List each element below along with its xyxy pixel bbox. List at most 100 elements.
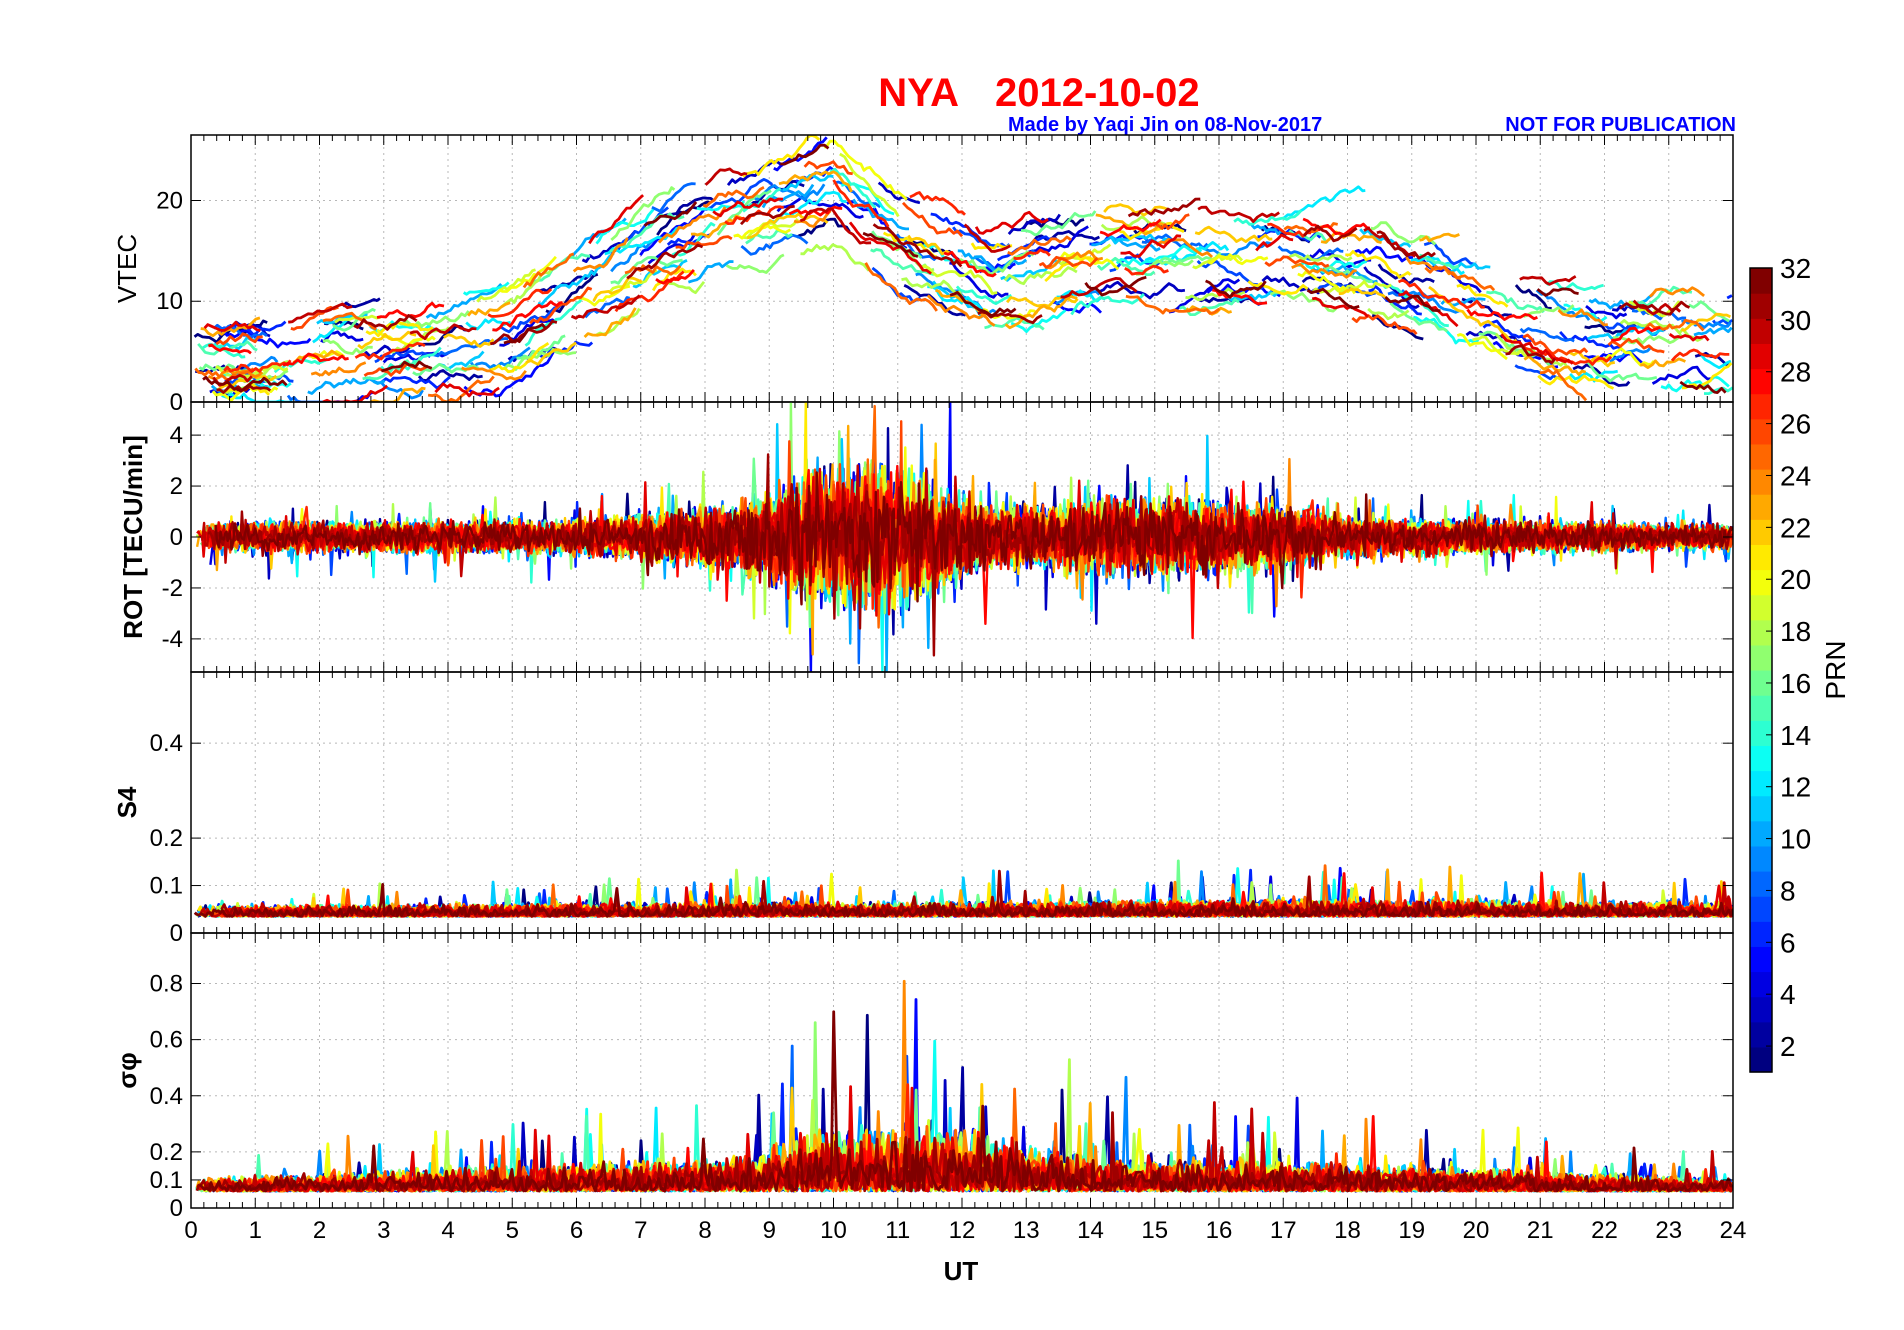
- colorbar-swatch: [1750, 594, 1772, 621]
- colorbar-swatch: [1750, 896, 1772, 922]
- x-tick-label: 6: [570, 1217, 583, 1244]
- x-tick-label: 3: [377, 1217, 390, 1244]
- x-tick-label: 24: [1720, 1217, 1747, 1244]
- colorbar-tick-label: 6: [1780, 927, 1796, 958]
- trace-prn-14: [201, 167, 1733, 395]
- colorbar-swatch: [1750, 393, 1772, 420]
- y-tick-label: 2: [170, 473, 183, 500]
- traces-s4: [193, 859, 1733, 918]
- colorbar-swatch: [1750, 418, 1772, 445]
- colorbar-swatch: [1750, 469, 1772, 495]
- traces-vtec: [195, 135, 1733, 402]
- colorbar-swatch: [1750, 1046, 1772, 1073]
- x-tick-label: 5: [506, 1217, 519, 1244]
- colorbar-swatch: [1750, 996, 1772, 1023]
- y-axis-label-vtec: VTEC: [112, 234, 142, 303]
- figure: NYA 2012-10-02 Made by Yaqi Jin on 08-No…: [112, 71, 1851, 1286]
- colorbar-swatch: [1750, 644, 1772, 671]
- colorbar-tick-label: 14: [1780, 720, 1811, 751]
- colorbar-tick-label: 28: [1780, 357, 1811, 388]
- colorbar-swatch: [1750, 443, 1772, 470]
- y-axis-label-s4: S4: [112, 786, 142, 818]
- colorbar-swatch: [1750, 845, 1772, 872]
- x-tick-label: 23: [1655, 1217, 1682, 1244]
- y-tick-label: 0: [170, 389, 183, 416]
- x-tick-label: 14: [1077, 1217, 1104, 1244]
- colorbar-swatch: [1750, 494, 1772, 520]
- colorbar-swatch: [1750, 569, 1772, 596]
- colorbar-swatch: [1750, 795, 1772, 822]
- y-tick-label: 0.2: [150, 825, 183, 852]
- y-tick-label: 4: [170, 422, 183, 449]
- colorbar-swatch: [1750, 368, 1772, 395]
- y-tick-label: 0: [170, 920, 183, 947]
- x-tick-label: 16: [1206, 1217, 1233, 1244]
- prn-colorbar: 2468101214161820222426283032PRN: [1749, 253, 1851, 1073]
- colorbar-swatch: [1750, 946, 1772, 973]
- colorbar-tick-label: 12: [1780, 772, 1811, 803]
- x-tick-label: 21: [1527, 1217, 1554, 1244]
- x-tick-label: 1: [249, 1217, 262, 1244]
- x-tick-labels: 0 1 2 3 4 5 6 7 8 9 10 11 12 13 14 15 16 17 18 19 20 21 22 23 24: [184, 1217, 1746, 1244]
- x-tick-label: 4: [441, 1217, 454, 1244]
- x-tick-label: 17: [1270, 1217, 1297, 1244]
- notice-text: NOT FOR PUBLICATION: [1505, 114, 1736, 136]
- y-axis-label-rot: ROT [TECU/min]: [118, 435, 148, 639]
- y-tick-label: 0.1: [150, 873, 183, 900]
- colorbar-swatch: [1750, 770, 1772, 797]
- grid-vtec: [190, 135, 1734, 403]
- colorbar-label: PRN: [1820, 640, 1851, 699]
- x-tick-label: 13: [1013, 1217, 1040, 1244]
- colorbar-swatch: [1750, 871, 1772, 897]
- colorbar-tick-label: 16: [1780, 668, 1811, 699]
- colorbar-swatch: [1750, 318, 1772, 344]
- colorbar-swatch: [1750, 544, 1772, 571]
- colorbar-swatch: [1750, 820, 1772, 847]
- x-tick-label: 20: [1463, 1217, 1490, 1244]
- y-tick-label: -2: [162, 575, 183, 602]
- colorbar-swatch: [1750, 720, 1772, 746]
- traces-sigma_phi: [195, 979, 1733, 1193]
- title-block: NYA 2012-10-02 Made by Yaqi Jin on 08-No…: [878, 71, 1736, 136]
- y-tick-label: 0.4: [150, 730, 183, 757]
- y-tick-label: 0.1: [150, 1167, 183, 1194]
- x-tick-label: 11: [885, 1217, 910, 1244]
- x-tick-label: 7: [634, 1217, 647, 1244]
- panels: 01020VTEC-4-2024ROT [TECU/min]00.10.20.4…: [112, 134, 1746, 1244]
- y-tick-label: 0.8: [150, 971, 183, 998]
- panel-sigma_phi: 00.10.2 0.4 0.6 0.8 σφ: [112, 932, 1734, 1222]
- colorbar-swatch: [1750, 745, 1772, 772]
- x-tick-label: 12: [949, 1217, 976, 1244]
- trace-prn-21: [224, 135, 1733, 396]
- title-date: 2012-10-02: [995, 71, 1200, 115]
- colorbar-tick-label: 32: [1780, 253, 1811, 284]
- x-tick-label: 0: [184, 1217, 197, 1244]
- x-tick-label: 8: [698, 1217, 711, 1244]
- y-tick-label: -4: [162, 626, 183, 653]
- colorbar-swatch: [1750, 1021, 1772, 1048]
- colorbar-swatch: [1750, 921, 1772, 947]
- panel-rot: -4 -2 0 2 4 ROT [TECU/min]: [118, 401, 1734, 673]
- traces-rot: [195, 402, 1733, 672]
- colorbar-tick-label: 18: [1780, 616, 1811, 647]
- panel-s4: 0 0.1 0.2 0.4 S4: [112, 671, 1734, 947]
- x-tick-label: 9: [763, 1217, 776, 1244]
- colorbar-swatch: [1750, 268, 1772, 294]
- colorbar-tick-label: 30: [1780, 305, 1811, 336]
- y-tick-label: 0.2: [150, 1139, 183, 1166]
- title-station: NYA: [878, 71, 959, 115]
- colorbar-tick-label: 26: [1780, 409, 1811, 440]
- y-tick-label: 0.4: [150, 1083, 183, 1110]
- x-axis-label: UT: [944, 1256, 979, 1286]
- colorbar-swatch: [1750, 619, 1772, 646]
- colorbar-tick-label: 10: [1780, 824, 1811, 855]
- x-tick-label: 18: [1334, 1217, 1361, 1244]
- x-tick-label: 2: [313, 1217, 326, 1244]
- trace-prn-10: [210, 183, 1733, 395]
- colorbar-tick-label: 2: [1780, 1031, 1796, 1062]
- colorbar-tick-label: 22: [1780, 512, 1811, 543]
- panel-vtec: 0 10 20 VTEC: [112, 134, 1734, 416]
- colorbar-tick-label: 8: [1780, 875, 1796, 906]
- y-axis-label-sigma_phi: σφ: [112, 1052, 142, 1088]
- x-tick-label: 22: [1591, 1217, 1618, 1244]
